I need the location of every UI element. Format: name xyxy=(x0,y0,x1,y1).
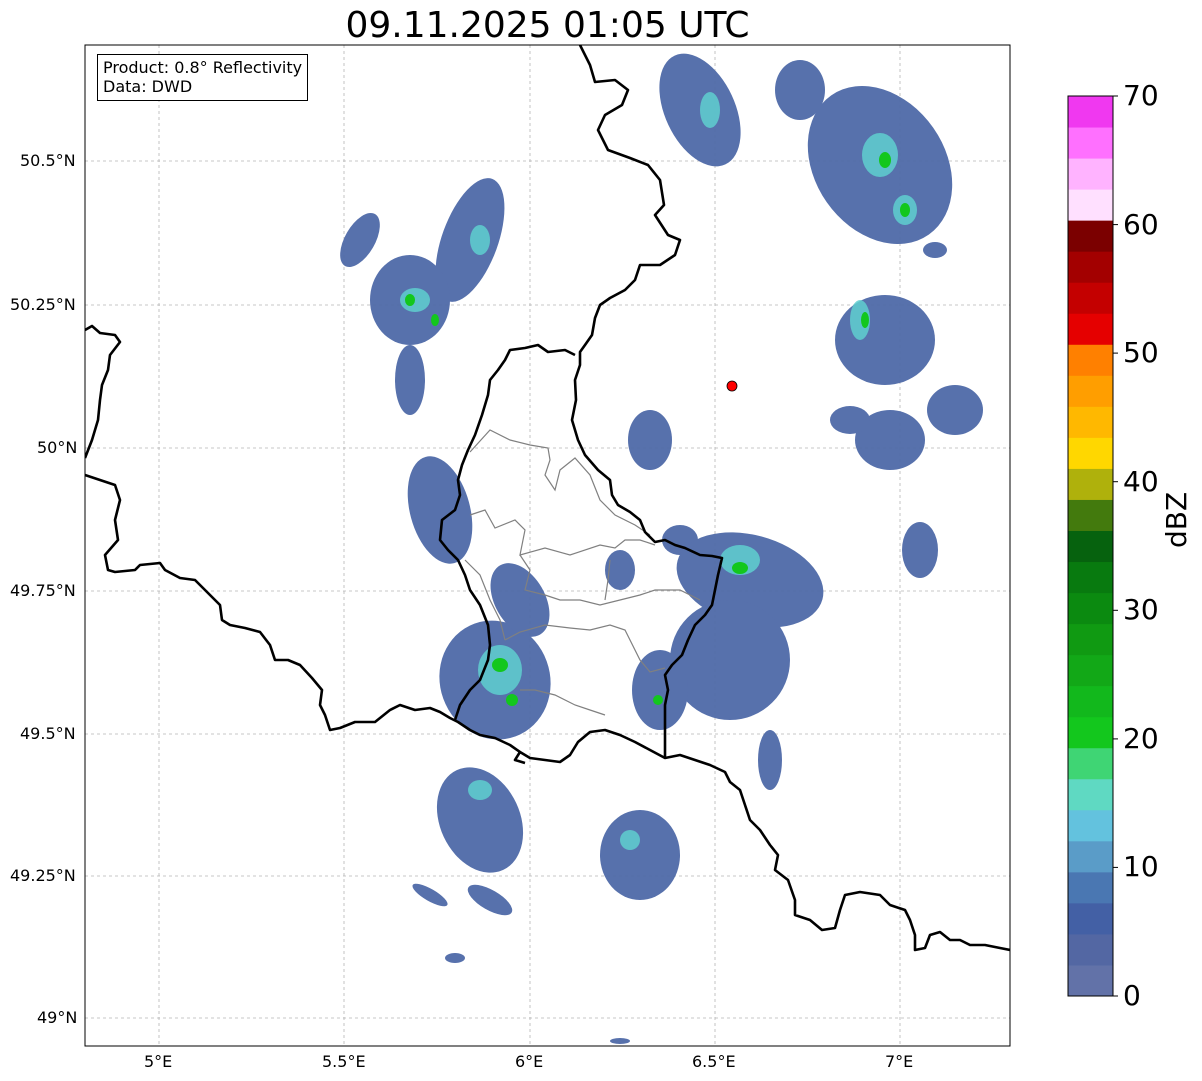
product-label: Product: 0.8° Reflectivity xyxy=(103,58,303,77)
colorbar-segment xyxy=(1068,747,1113,780)
colorbar-segment xyxy=(1068,251,1113,283)
lat-tick-label: 49.5°N xyxy=(20,724,76,743)
colorbar-segment xyxy=(1068,189,1113,221)
colorbar-segment xyxy=(1068,809,1113,842)
colorbar-segment xyxy=(1068,530,1113,563)
colorbar-segment xyxy=(1068,592,1113,625)
colorbar-tick-label: 60 xyxy=(1123,208,1159,241)
colorbar-segment xyxy=(1068,902,1113,935)
colorbar-segment xyxy=(1068,406,1113,438)
lon-tick-label: 5°E xyxy=(144,1052,173,1071)
lat-tick-label: 50°N xyxy=(37,438,78,457)
lon-tick-label: 6°E xyxy=(515,1052,544,1071)
colorbar-segment xyxy=(1068,716,1113,749)
lat-tick-label: 49.75°N xyxy=(10,581,76,600)
product-info-box: Product: 0.8° Reflectivity Data: DWD xyxy=(97,54,309,101)
colorbar-segment xyxy=(1068,933,1113,966)
lat-tick-label: 49°N xyxy=(37,1008,78,1027)
colorbar-segment xyxy=(1068,654,1113,687)
colorbar-segment xyxy=(1068,313,1113,345)
colorbar-segment xyxy=(1068,220,1113,252)
colorbar-segment xyxy=(1068,685,1113,718)
colorbar-segment xyxy=(1068,158,1113,190)
colorbar-segment xyxy=(1068,344,1113,376)
radar-site-marker xyxy=(726,380,738,392)
colorbar-tick-label: 30 xyxy=(1123,593,1159,626)
colorbar-segment xyxy=(1068,282,1113,314)
lon-tick-label: 7°E xyxy=(885,1052,914,1071)
colorbar-segment xyxy=(1068,437,1113,469)
colorbar-unit-label: dBZ xyxy=(1160,491,1193,548)
colorbar-segment xyxy=(1068,499,1113,531)
colorbar-segment xyxy=(1068,561,1113,594)
colorbar xyxy=(1068,96,1113,997)
colorbar-tick-label: 0 xyxy=(1123,979,1141,1012)
colorbar-segment xyxy=(1068,840,1113,873)
radar-map xyxy=(84,44,1118,1047)
colorbar-segment xyxy=(1068,964,1113,997)
lat-tick-label: 50.25°N xyxy=(10,295,76,314)
colorbar-segment xyxy=(1068,871,1113,904)
colorbar-tick-label: 40 xyxy=(1123,465,1159,498)
colorbar-segment xyxy=(1068,375,1113,407)
colorbar-segment xyxy=(1068,623,1113,656)
colorbar-segment xyxy=(1068,468,1113,500)
colorbar-segment xyxy=(1068,96,1113,128)
colorbar-segment xyxy=(1068,127,1113,159)
lat-tick-label: 50.5°N xyxy=(20,151,76,170)
colorbar-segment xyxy=(1068,778,1113,811)
lon-tick-label: 6.5°E xyxy=(692,1052,736,1071)
colorbar-tick-label: 50 xyxy=(1123,336,1159,369)
lon-tick-label: 5.5°E xyxy=(322,1052,366,1071)
colorbar-tick-label: 20 xyxy=(1123,722,1159,755)
colorbar-tick-label: 70 xyxy=(1123,79,1159,112)
lat-tick-label: 49.25°N xyxy=(10,866,76,885)
colorbar-tick-label: 10 xyxy=(1123,850,1159,883)
data-source-label: Data: DWD xyxy=(103,77,193,96)
colorbar-ticks xyxy=(1113,95,1118,997)
